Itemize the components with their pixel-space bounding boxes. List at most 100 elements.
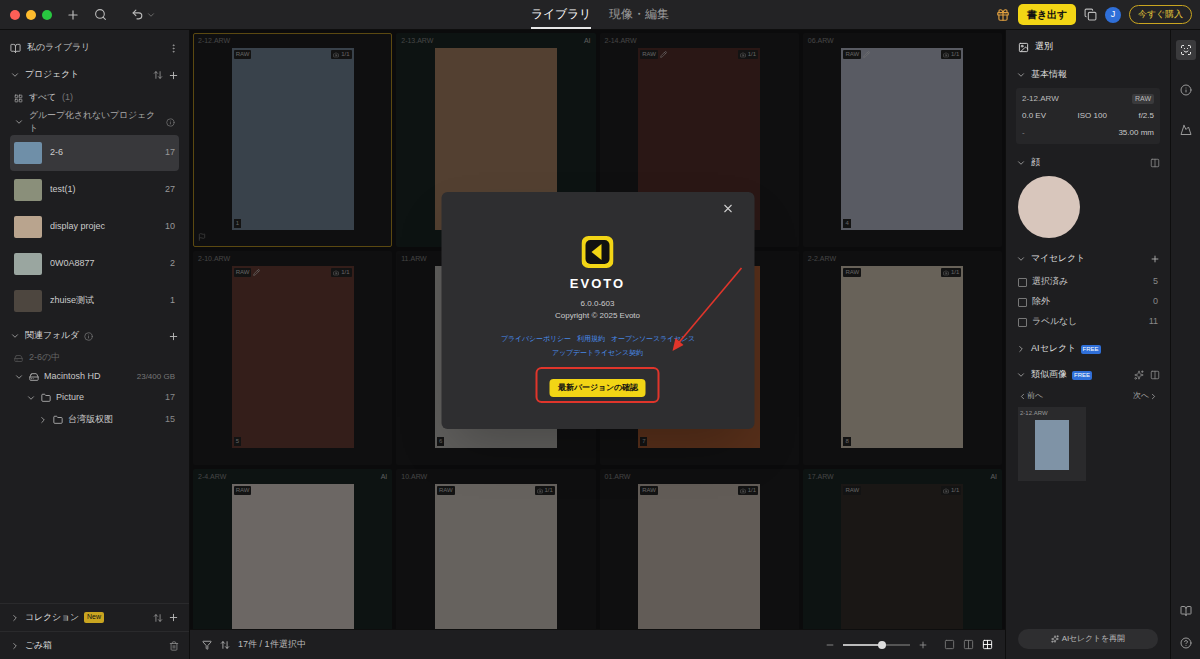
add-collection-icon[interactable] <box>168 612 179 623</box>
option-checkbox[interactable] <box>1018 318 1027 327</box>
close-icon[interactable] <box>721 202 734 215</box>
option-checkbox[interactable] <box>1018 298 1027 307</box>
project-item[interactable]: 0W0A88772 <box>10 246 179 282</box>
sort-icon[interactable] <box>153 613 163 623</box>
add-project-icon[interactable] <box>168 70 179 81</box>
plus-icon[interactable] <box>66 8 80 22</box>
add-folder-icon[interactable] <box>168 331 179 342</box>
project-item[interactable]: 2-617 <box>10 135 179 171</box>
add-icon[interactable] <box>1150 254 1160 264</box>
sort-icon[interactable] <box>220 640 230 650</box>
folder-row[interactable]: 台湾版权图15 <box>0 409 189 431</box>
chevron-down-icon[interactable] <box>1016 370 1026 380</box>
folders-header[interactable]: 関連フォルダ <box>0 323 189 349</box>
option-checkbox[interactable] <box>1018 278 1027 287</box>
zoom-slider[interactable] <box>843 644 910 646</box>
group-header[interactable]: グループ化されないプロジェクト <box>0 109 189 135</box>
zoom-dot[interactable] <box>42 10 52 20</box>
sort-icon[interactable] <box>153 70 163 80</box>
check-update-button[interactable]: 最新バージョンの確認 <box>550 379 646 397</box>
prev-button[interactable]: 前へ <box>1018 390 1043 402</box>
chevron-down-icon[interactable] <box>1016 158 1026 168</box>
grid-view-icon[interactable] <box>982 639 993 650</box>
project-item[interactable]: zhuise测试1 <box>10 283 179 319</box>
strip-tab[interactable] <box>1176 80 1196 100</box>
compare-view-icon[interactable] <box>963 639 974 650</box>
dialog-link[interactable]: 利用規約 <box>577 334 605 345</box>
info-icon[interactable] <box>84 332 93 341</box>
filter-icon[interactable] <box>202 640 212 650</box>
main-tab[interactable]: 現像・編集 <box>609 5 669 29</box>
project-item[interactable]: display projec10 <box>10 209 179 245</box>
project-item[interactable]: test(1)27 <box>10 172 179 208</box>
tool-strip <box>1170 30 1200 659</box>
zoom-out-icon[interactable] <box>825 640 835 650</box>
compare-icon[interactable] <box>1150 370 1160 380</box>
queue-icon[interactable] <box>1084 8 1097 21</box>
title-bar: ライブラリ現像・編集 書き出す J 今すぐ購入 <box>0 0 1200 30</box>
chevron-down-icon[interactable] <box>146 10 156 20</box>
main-tab[interactable]: ライブラリ <box>531 5 591 29</box>
select-option[interactable]: ラベルなし11 <box>1018 312 1158 332</box>
next-button[interactable]: 次へ <box>1133 390 1158 402</box>
more-icon[interactable] <box>168 43 179 54</box>
close-dot[interactable] <box>10 10 20 20</box>
section-header[interactable]: マイセレクト <box>1006 246 1170 272</box>
chevron-down-icon[interactable] <box>10 70 20 80</box>
single-view-icon[interactable] <box>944 639 955 650</box>
chevron-right-icon[interactable] <box>1016 344 1026 354</box>
similar-thumb[interactable]: 2-12.ARW <box>1018 407 1086 481</box>
info-icon[interactable] <box>166 118 175 127</box>
evoto-logo-icon <box>582 236 614 268</box>
resume-ai-select-button[interactable]: AIセレクトを再開 <box>1018 629 1158 649</box>
projects-header[interactable]: プロジェクト <box>0 63 189 87</box>
chevron-down-icon[interactable] <box>1016 254 1026 264</box>
chevron-down-icon[interactable] <box>10 331 20 341</box>
dialog-link[interactable]: プライバシーポリシー <box>501 334 571 345</box>
chevron-right-icon[interactable] <box>10 641 20 651</box>
title-bar-right: 書き出す J 今すぐ購入 <box>780 4 1200 25</box>
chevron-down-icon[interactable] <box>14 372 24 382</box>
trash-row[interactable]: ごみ箱 <box>0 631 189 659</box>
undo-group[interactable] <box>131 8 156 21</box>
select-option[interactable]: 選択済み5 <box>1018 272 1158 292</box>
strip-tab[interactable] <box>1176 120 1196 140</box>
minimize-dot[interactable] <box>26 10 36 20</box>
folder-row[interactable]: Picture17 <box>0 387 189 409</box>
user-avatar[interactable]: J <box>1105 7 1121 23</box>
chevron-down-icon[interactable] <box>26 393 36 403</box>
photo-grid-wrap: 2-12.ARWRAW1/112-13.ARWAI2-14.ARWRAW1/10… <box>190 30 1005 629</box>
folder-name: Picture <box>56 391 160 405</box>
settings-icon[interactable] <box>1134 370 1144 380</box>
face-thumbnail[interactable] <box>1018 176 1080 238</box>
search-icon[interactable] <box>94 8 107 21</box>
select-option[interactable]: 除外0 <box>1018 292 1158 312</box>
zoom-knob[interactable] <box>878 641 886 649</box>
info-iso: ISO 100 <box>1078 110 1107 122</box>
collections-row[interactable]: コレクションNew <box>0 603 189 631</box>
chevron-right-icon[interactable] <box>10 613 20 623</box>
zoom-in-icon[interactable] <box>918 640 928 650</box>
section-header[interactable]: 類似画像FREE <box>1006 362 1170 388</box>
gift-icon[interactable] <box>996 8 1010 22</box>
section-header[interactable]: 顔 <box>1006 150 1170 176</box>
dialog-link[interactable]: オープンソースライセンス <box>611 334 695 345</box>
export-button[interactable]: 書き出す <box>1018 4 1076 25</box>
drive-row[interactable]: Macintosh HD23/400 GB <box>0 367 189 387</box>
chevron-right-icon[interactable] <box>38 415 48 425</box>
guide-icon[interactable] <box>1180 605 1192 617</box>
chevron-down-icon[interactable] <box>14 117 24 127</box>
strip-tab[interactable] <box>1176 40 1196 60</box>
compare-icon[interactable] <box>1150 158 1160 168</box>
help-icon[interactable] <box>1180 637 1192 649</box>
view-switcher <box>944 639 993 650</box>
undo-icon[interactable] <box>131 8 144 21</box>
chevron-down-icon[interactable] <box>1016 70 1026 80</box>
section-header[interactable]: AIセレクトFREE <box>1006 336 1170 362</box>
trash-icon[interactable] <box>169 641 179 651</box>
section-header[interactable]: 基本情報 <box>1006 62 1170 88</box>
dialog-link[interactable]: アップデートライセンス契約 <box>552 348 643 359</box>
all-projects[interactable]: すべて(1) <box>0 87 189 109</box>
project-count: 1 <box>170 294 175 308</box>
buy-button[interactable]: 今すぐ購入 <box>1129 5 1192 25</box>
